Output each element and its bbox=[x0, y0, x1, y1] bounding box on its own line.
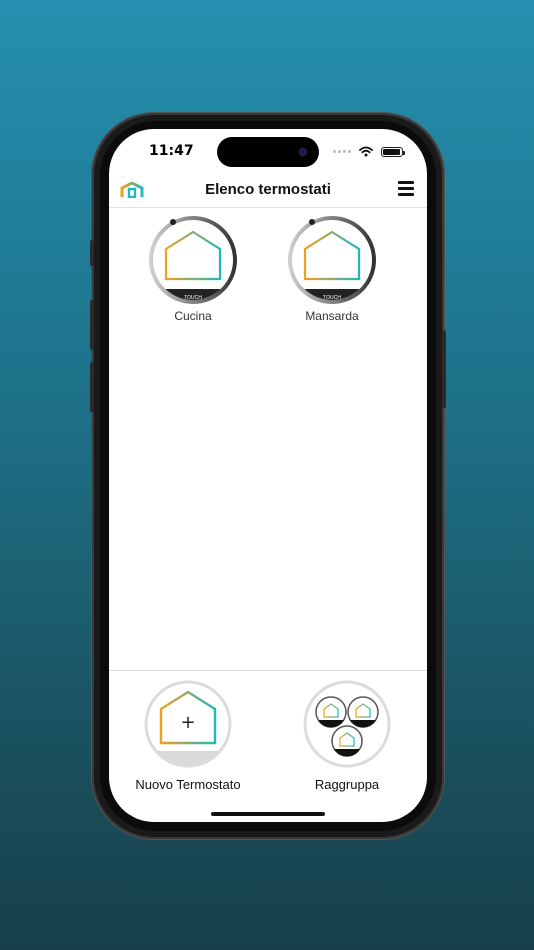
thermostat-dial-icon: TOUCH bbox=[149, 216, 237, 304]
new-thermostat-label: Nuovo Termostato bbox=[135, 777, 241, 792]
status-icons bbox=[333, 146, 405, 157]
thermostat-dial-icon: TOUCH bbox=[288, 216, 376, 304]
thermostat-item-cucina[interactable]: TOUCH Cucina bbox=[143, 215, 243, 323]
wifi-icon bbox=[359, 146, 373, 157]
battery-icon bbox=[381, 146, 405, 157]
plus-icon: + bbox=[180, 712, 195, 733]
group-label: Raggruppa bbox=[314, 777, 380, 792]
app-header: Elenco termostati bbox=[109, 173, 427, 208]
thermostat-item-mansarda[interactable]: TOUCH Mansarda bbox=[282, 215, 382, 323]
group-thermostats-icon bbox=[303, 680, 391, 768]
thermostat-name: Cucina bbox=[174, 309, 212, 323]
thermostat-badge: TOUCH bbox=[184, 295, 202, 301]
dynamic-island bbox=[217, 137, 319, 167]
group-button[interactable]: Raggruppa bbox=[302, 679, 392, 792]
phone-power-button bbox=[442, 330, 446, 408]
page-title: Elenco termostati bbox=[205, 181, 331, 198]
hamburger-menu-icon[interactable] bbox=[398, 181, 414, 196]
thermostat-badge: TOUCH bbox=[323, 295, 341, 301]
home-indicator[interactable] bbox=[211, 812, 325, 816]
add-thermostat-icon: + bbox=[144, 680, 232, 768]
camera-icon bbox=[299, 148, 307, 156]
bottom-action-bar: + Nuovo Termostato Raggruppa bbox=[109, 670, 427, 822]
status-time: 11:47 bbox=[149, 143, 194, 159]
phone-volume-down bbox=[90, 362, 94, 412]
phone-volume-up bbox=[90, 300, 94, 350]
app-screen: 11:47 Elenco termostati TOUCH Cucina TOU… bbox=[109, 129, 427, 822]
signal-icon bbox=[333, 150, 351, 153]
thermostat-name: Mansarda bbox=[305, 309, 359, 323]
phone-mute-switch bbox=[90, 240, 94, 266]
new-thermostat-button[interactable]: + Nuovo Termostato bbox=[129, 679, 247, 792]
